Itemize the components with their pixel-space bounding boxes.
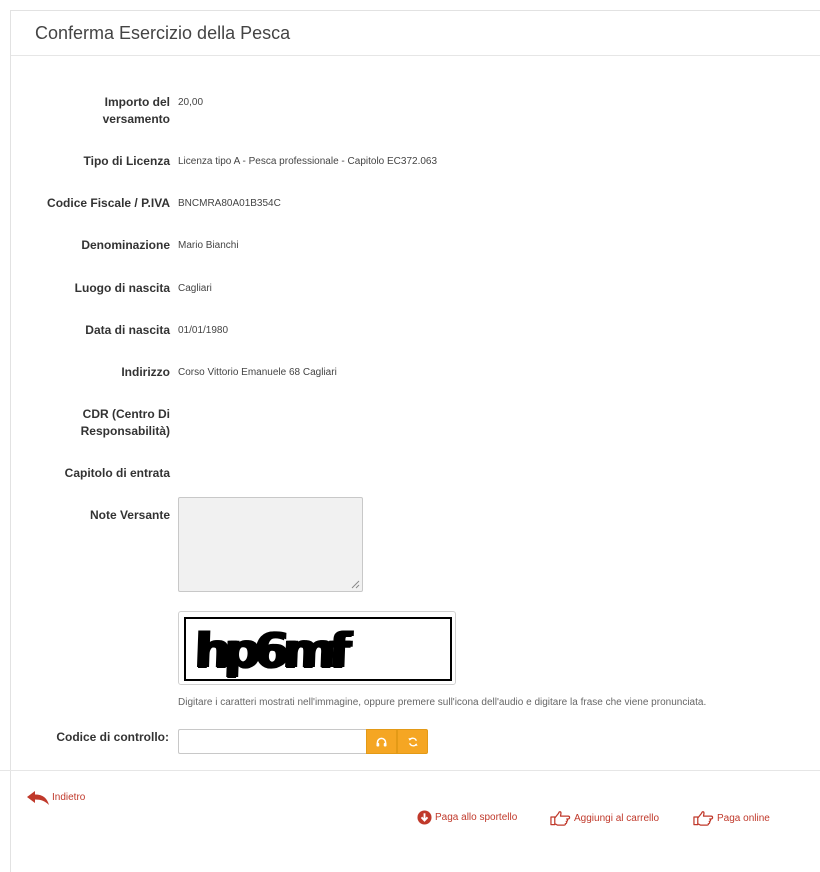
hand-pointing-icon (693, 811, 714, 826)
headphones-icon (376, 737, 387, 747)
audio-captcha-button[interactable] (366, 729, 397, 754)
field-label-note-versante: Note Versante (89, 508, 170, 522)
back-link[interactable]: Indietro (26, 790, 85, 806)
refresh-captcha-button[interactable] (397, 729, 428, 754)
captcha-frame: hp6mf (184, 617, 452, 681)
pay-at-counter-button[interactable]: Paga allo sportello (417, 810, 517, 825)
field-value-data-nascita: 01/01/1980 (178, 325, 229, 336)
pay-at-counter-label: Paga allo sportello (435, 812, 518, 823)
footer-divider (0, 770, 820, 771)
field-value-indirizzo: Corso Vittorio Emanuele 68 Cagliari (178, 367, 337, 378)
field-value-tipo-licenza: Licenza tipo A - Pesca professionale - C… (178, 156, 438, 167)
page-title: Conferma Esercizio della Pesca (35, 22, 291, 43)
control-code-label: Codice di controllo: (56, 730, 169, 744)
field-label-denominazione: Denominazione (81, 238, 170, 252)
control-code-input[interactable] (178, 729, 366, 754)
reply-arrow-icon (27, 791, 49, 805)
pay-online-label: Paga online (717, 812, 770, 824)
add-to-cart-button[interactable]: Aggiungi al carrello (550, 810, 659, 826)
download-circle-icon (417, 810, 432, 825)
panel-header: Conferma Esercizio della Pesca (11, 11, 820, 56)
field-label-indirizzo: Indirizzo (121, 365, 170, 379)
captcha-hint: Digitare i caratteri mostrati nell'immag… (178, 697, 707, 708)
field-label-capitolo-entrata: Capitolo di entrata (64, 466, 170, 480)
captcha-image: hp6mf (178, 611, 456, 685)
resize-grip-icon[interactable] (350, 579, 360, 589)
field-label-importo: Importo del versamento (102, 95, 170, 126)
note-versante-textarea[interactable] (178, 497, 363, 592)
field-label-luogo-nascita: Luogo di nascita (74, 281, 170, 295)
field-label-codice-fiscale: Codice Fiscale / P.IVA (47, 196, 170, 210)
pay-online-button[interactable]: Paga online (693, 810, 770, 826)
field-value-importo: 20,00 (178, 97, 204, 108)
field-label-data-nascita: Data di nascita (85, 323, 170, 337)
back-link-label: Indietro (52, 792, 86, 803)
captcha-text: hp6mf (193, 623, 346, 679)
field-label-cdr: CDR (Centro Di Responsabilità) (80, 407, 170, 438)
field-value-denominazione: Mario Bianchi (178, 240, 239, 251)
field-label-tipo-licenza: Tipo di Licenza (83, 154, 170, 168)
refresh-icon (407, 737, 418, 746)
field-value-luogo-nascita: Cagliari (178, 283, 212, 294)
field-value-codice-fiscale: BNCMRA80A01B354C (178, 198, 281, 209)
hand-pointing-icon (550, 811, 571, 826)
add-to-cart-label: Aggiungi al carrello (574, 812, 660, 824)
